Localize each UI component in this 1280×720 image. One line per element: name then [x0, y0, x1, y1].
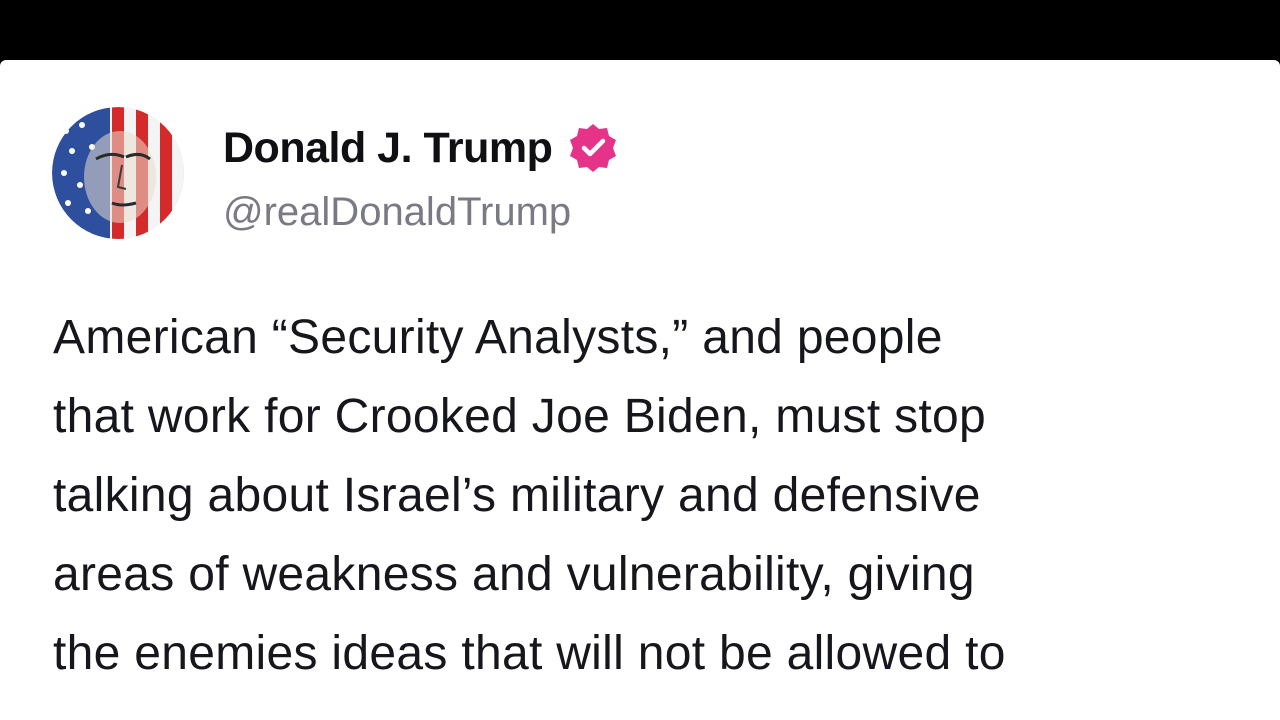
post-text-line: that work for Crooked Joe Biden, must st… [53, 390, 987, 443]
top-black-bar [0, 0, 1280, 60]
avatar[interactable] [52, 107, 184, 239]
post-card: Donald J. Trump @realDonaldTrump America… [0, 60, 1280, 720]
post-text-line: American “Security Analysts,” and people [53, 311, 943, 364]
display-name[interactable]: Donald J. Trump [223, 124, 553, 173]
user-handle[interactable]: @realDonaldTrump [223, 190, 571, 235]
author-row: Donald J. Trump [223, 118, 620, 178]
post-text-line: areas of weakness and vulnerability, giv… [53, 548, 975, 601]
post-text: American “Security Analysts,” and people… [53, 298, 1253, 693]
verified-badge-icon [570, 124, 617, 172]
post-text-line: talking about Israel’s military and defe… [53, 469, 981, 522]
post-text-line: the enemies ideas that will not be allow… [53, 627, 1006, 680]
